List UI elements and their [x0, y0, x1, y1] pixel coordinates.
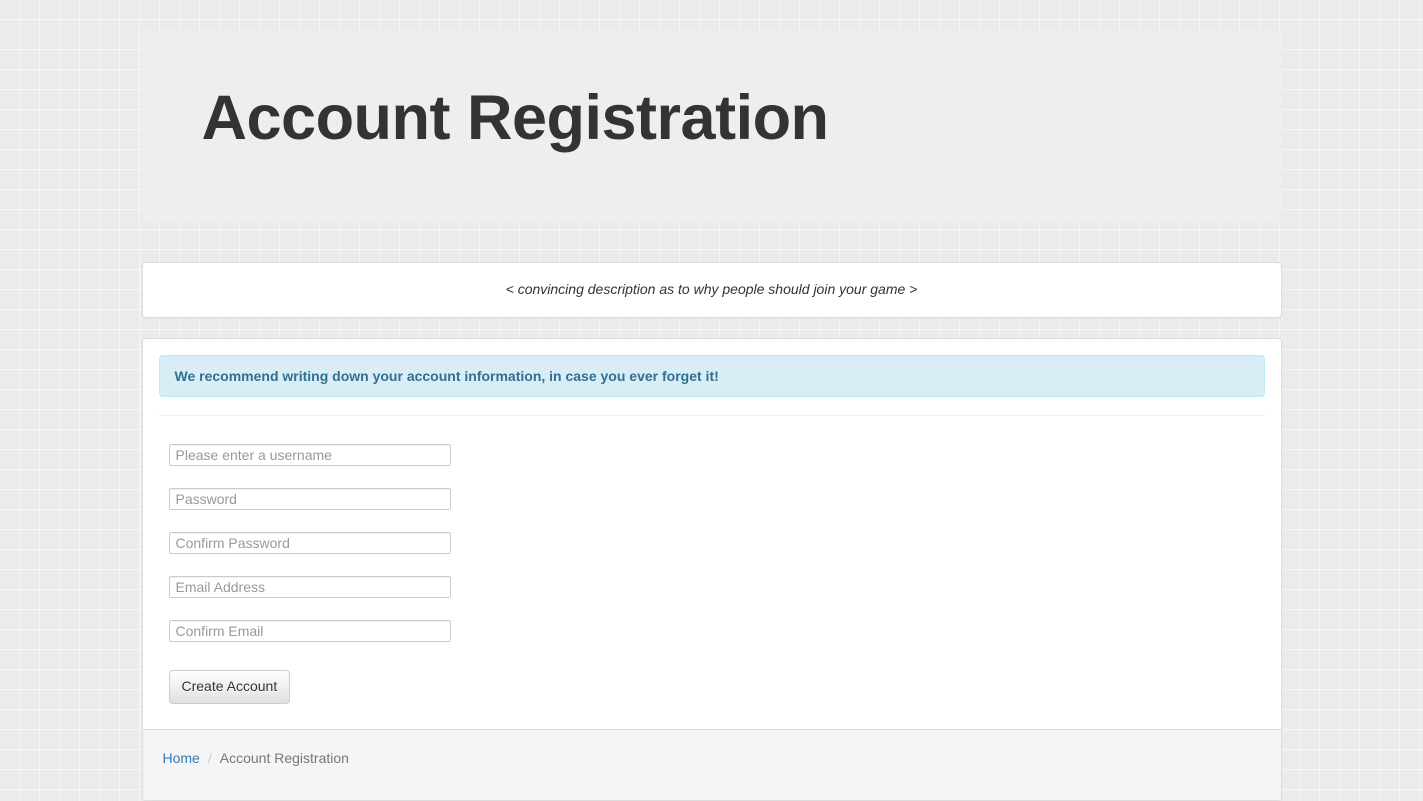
divider: [159, 415, 1265, 416]
breadcrumb-separator: /: [208, 750, 212, 766]
description-text: < convincing description as to why peopl…: [163, 281, 1261, 297]
form-row-password: [169, 488, 1265, 510]
breadcrumb-item-home: Home /: [163, 750, 212, 766]
description-panel: < convincing description as to why peopl…: [142, 262, 1282, 318]
form-row-confirm-password: [169, 532, 1265, 554]
password-input[interactable]: [169, 488, 451, 510]
registration-form: Create Account: [159, 420, 1265, 729]
breadcrumb-home-link[interactable]: Home: [163, 750, 200, 766]
form-row-confirm-email: [169, 620, 1265, 642]
jumbotron-header: Account Registration: [142, 30, 1282, 222]
confirm-password-input[interactable]: [169, 532, 451, 554]
form-row-email: [169, 576, 1265, 598]
page-title: Account Registration: [202, 82, 1222, 154]
page-container: Account Registration < convincing descri…: [142, 30, 1282, 801]
create-account-button[interactable]: Create Account: [169, 670, 291, 704]
email-input[interactable]: [169, 576, 451, 598]
breadcrumb-item-current: Account Registration: [220, 750, 349, 766]
breadcrumb: Home / Account Registration: [163, 750, 1261, 766]
username-input[interactable]: [169, 444, 451, 466]
confirm-email-input[interactable]: [169, 620, 451, 642]
info-alert-text: We recommend writing down your account i…: [175, 368, 719, 384]
form-row-username: [169, 444, 1265, 466]
info-alert: We recommend writing down your account i…: [159, 355, 1265, 397]
panel-footer: Home / Account Registration: [143, 729, 1281, 800]
registration-panel: We recommend writing down your account i…: [142, 338, 1282, 801]
